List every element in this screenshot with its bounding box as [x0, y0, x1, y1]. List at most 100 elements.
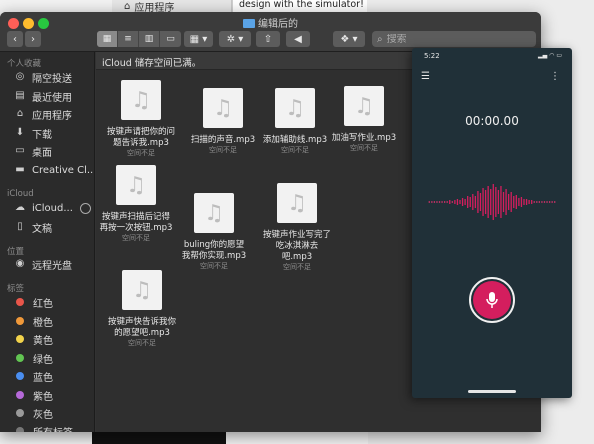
title-bar: 编辑后的 ‹ › ▦ ≡ ▥ ▭ ▦ ▾ ✲ ▾ ⇧ ◀ ❖ ▾ ⌕	[0, 12, 541, 52]
sidebar-item-desktop[interactable]: ▭ 桌面	[0, 142, 94, 160]
file-name: 扫描的声音.mp3	[190, 135, 256, 145]
search-icon: ⌕	[377, 33, 383, 45]
file-status: 空间不足	[209, 146, 237, 154]
sidebar-item-remote-disc[interactable]: ◉ 远程光盘	[0, 255, 94, 273]
sidebar-item-label: iCloud...	[32, 202, 73, 214]
file-status: 空间不足	[350, 144, 378, 152]
file-item[interactable]: ♫ 加油写作业.mp3 空间不足	[324, 86, 404, 153]
sidebar-item-label: 绿色	[33, 354, 53, 366]
search-field[interactable]: ⌕	[372, 31, 536, 47]
cloud-icon: ☁	[15, 202, 25, 213]
file-status: 空间不足	[200, 262, 228, 270]
file-name: 按键声快告诉我你的愿望吧.mp3	[107, 317, 176, 338]
dropbox-icon: ❖	[340, 33, 350, 45]
sidebar-item-label: 紫色	[33, 391, 53, 403]
background-apps-row: ⌂ 应用程序	[112, 0, 231, 14]
sidebar-item-downloads[interactable]: ⬇ 下载	[0, 124, 94, 142]
sidebar-item-label: 桌面	[32, 147, 52, 159]
hamburger-menu-icon[interactable]: ☰	[421, 71, 430, 82]
tag-blue-dot	[16, 372, 24, 380]
gallery-view-button[interactable]: ▭	[160, 31, 181, 47]
view-mode-control: ▦ ≡ ▥ ▭	[97, 31, 181, 47]
sidebar-item-icloud-drive[interactable]: ☁ iCloud...	[0, 199, 94, 217]
column-view-button[interactable]: ▥	[139, 31, 160, 47]
music-file-icon: ♫	[344, 86, 384, 126]
file-status: 空间不足	[122, 234, 150, 242]
share-button[interactable]: ⇧	[256, 31, 280, 47]
recents-icon: ▤	[15, 90, 25, 101]
sidebar-item-tag-gray[interactable]: 灰色	[0, 404, 94, 422]
forward-button[interactable]: ›	[25, 31, 41, 47]
file-item[interactable]: ♫ 按键声快告诉我你的愿望吧.mp3 空间不足	[102, 270, 182, 348]
sidebar-item-label: 橙色	[33, 317, 53, 329]
sidebar-item-tag-blue[interactable]: 蓝色	[0, 367, 94, 385]
file-name: 加油写作业.mp3	[331, 133, 397, 143]
applications-icon: ⌂	[16, 108, 24, 119]
sidebar-item-label: 蓝色	[33, 372, 53, 384]
applications-icon: ⌂	[124, 0, 131, 12]
disc-icon: ◉	[15, 258, 25, 269]
sidebar-item-label: Creative Cl...	[32, 164, 95, 176]
file-name: 按键声请把你的问题告诉我.mp3	[106, 127, 175, 148]
audio-waveform	[428, 184, 556, 220]
sidebar-item-creative-cloud[interactable]: ▬ Creative Cl...	[0, 161, 95, 179]
tag-red-dot	[16, 298, 24, 306]
action-gear-button[interactable]: ✲ ▾	[219, 31, 251, 47]
tag-yellow-dot	[16, 335, 24, 343]
background-light-strip	[226, 432, 368, 444]
home-indicator	[468, 390, 516, 393]
all-tags-dot	[16, 427, 24, 432]
sidebar-item-tag-green[interactable]: 绿色	[0, 349, 94, 367]
desktop-icon: ▭	[15, 145, 25, 156]
tag-orange-dot	[16, 317, 24, 325]
more-options-icon[interactable]: ⋮	[550, 71, 560, 82]
file-item[interactable]: ♫ 按键声作业写完了吃冰淇淋去吧.mp3 空间不足	[257, 183, 337, 272]
sidebar-item-documents[interactable]: ▯ 文稿	[0, 218, 94, 236]
sidebar-item-airdrop[interactable]: ◎ 隔空投送	[0, 68, 94, 86]
sidebar-item-label: 所有标签...	[33, 424, 83, 433]
window-title-text: 编辑后的	[258, 19, 298, 30]
sidebar-item-label: 文稿	[32, 223, 52, 235]
gear-icon: ✲	[226, 33, 236, 45]
sidebar-item-tag-purple[interactable]: 紫色	[0, 386, 94, 404]
music-file-icon: ♫	[203, 88, 243, 128]
folder-icon: ▬	[15, 164, 25, 175]
sidebar-item-applications[interactable]: ⌂ 应用程序	[0, 105, 94, 123]
background-doc-text: design with the simulator!	[239, 0, 364, 10]
search-input[interactable]	[386, 33, 517, 45]
file-item[interactable]: ♫ 按键声请把你的问题告诉我.mp3 空间不足	[101, 80, 181, 158]
music-file-icon: ♫	[275, 88, 315, 128]
file-item[interactable]: ♫ 添加辅助线.mp3 空间不足	[255, 88, 335, 155]
record-button-fill	[473, 281, 511, 319]
sidebar-item-tag-orange[interactable]: 橙色	[0, 312, 94, 330]
file-item[interactable]: ♫ 按键声扫描后记得再按一次按钮.mp3 空间不足	[96, 165, 176, 243]
music-file-icon: ♫	[122, 270, 162, 310]
sidebar-item-label: 隔空投送	[32, 73, 72, 85]
music-file-icon: ♫	[121, 80, 161, 120]
sidebar-item-recents[interactable]: ▤ 最近使用	[0, 87, 94, 105]
sidebar-item-label: 应用程序	[32, 110, 72, 122]
file-status: 空间不足	[283, 263, 311, 271]
back-button[interactable]: ‹	[7, 31, 23, 47]
music-file-icon: ♫	[194, 193, 234, 233]
file-item[interactable]: ♫ buling你的愿望我帮你实现.mp3 空间不足	[174, 193, 254, 271]
background-dark-strip	[92, 432, 226, 444]
downloads-icon: ⬇	[15, 127, 25, 138]
airdrop-icon: ◎	[15, 71, 25, 82]
icon-view-button[interactable]: ▦	[97, 31, 118, 47]
recording-timer: 00:00.00	[465, 114, 519, 128]
documents-icon: ▯	[17, 221, 23, 232]
record-button[interactable]	[469, 277, 515, 323]
tag-purple-dot	[16, 391, 24, 399]
file-item[interactable]: ♫ 扫描的声音.mp3 空间不足	[183, 88, 263, 155]
dropbox-button[interactable]: ❖ ▾	[333, 31, 365, 47]
signal-wifi-battery-icon: ▂▄ ◠ ▭	[538, 52, 562, 59]
list-view-button[interactable]: ≡	[118, 31, 139, 47]
group-by-button[interactable]: ▦ ▾	[184, 31, 213, 47]
share-icon: ⇧	[263, 33, 273, 45]
sidebar-item-tag-yellow[interactable]: 黄色	[0, 330, 94, 348]
edit-tags-button[interactable]: ◀	[286, 31, 310, 47]
sidebar-item-tag-red[interactable]: 红色	[0, 293, 94, 311]
sidebar-item-label: 远程光盘	[32, 260, 72, 272]
sidebar-item-all-tags[interactable]: 所有标签...	[0, 422, 94, 433]
